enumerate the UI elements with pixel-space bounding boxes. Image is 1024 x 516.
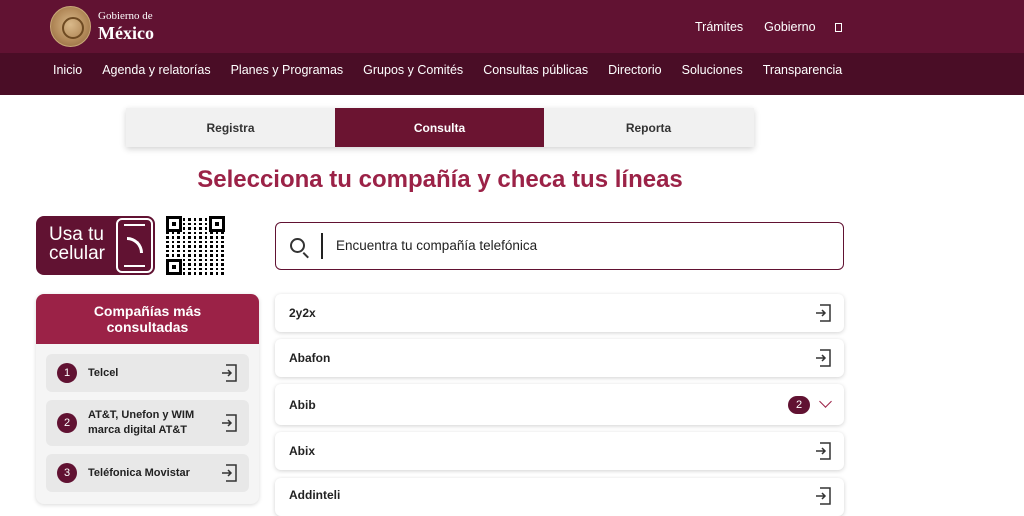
enter-icon [222,364,237,382]
nav-item-consultas[interactable]: Consultas públicas [483,63,588,77]
top-links: Trámites Gobierno [695,20,842,34]
nav-item-grupos[interactable]: Grupos y Comités [363,63,463,77]
company-search-box[interactable] [275,222,844,270]
search-icon [290,238,305,253]
text-cursor [321,233,323,259]
celular-line1: Usa tu [49,224,104,245]
rank-badge: 2 [57,413,77,433]
use-phone-banner[interactable]: Usa tu celular [36,216,155,275]
enter-icon [816,304,831,322]
tab-reporta[interactable]: Reporta [544,108,753,147]
company-name: Teléfonica Movistar [88,467,190,479]
enter-icon [222,414,237,432]
rank-badge: 1 [57,363,77,383]
page-title: Selecciona tu compañía y checa tus línea… [197,166,683,193]
logo-big-text: México [98,23,154,43]
company-name: Addinteli [289,488,341,502]
company-name: Telcel [88,367,119,379]
logo-small-text: Gobierno de [98,10,153,22]
company-name: Abix [289,444,316,458]
qr-code-markers [166,216,225,275]
company-list-item[interactable]: Abib 2 [275,384,844,425]
company-name: AT&T, Unefon y WIM marca digital AT&T [88,409,195,436]
tramites-link[interactable]: Trámites [695,20,743,34]
company-list-item[interactable]: Abafon [275,339,844,377]
search-icon[interactable] [834,22,842,32]
tab-bar: Registra Consulta Reporta [126,108,754,147]
top-company-item[interactable]: 1 Telcel [46,354,249,392]
phone-nfc-icon [116,218,153,273]
enter-icon [222,464,237,482]
nav-item-inicio[interactable]: Inicio [53,63,82,77]
main-nav: Inicio Agenda y relatorías Planes y Prog… [0,53,1024,95]
tab-registra[interactable]: Registra [126,108,335,147]
company-name: Abib [289,398,316,412]
top-company-item[interactable]: 3 Teléfonica Movistar [46,454,249,492]
search-input[interactable] [336,238,816,253]
company-list-item[interactable]: Abix [275,432,844,470]
top-company-item[interactable]: 2 AT&T, Unefon y WIM marca digital AT&T [46,400,249,446]
gobierno-logo[interactable]: Gobierno de México [50,6,154,47]
top-companies-title: Compañías más consultadas [36,294,259,344]
rank-badge: 3 [57,463,77,483]
tab-consulta[interactable]: Consulta [335,108,544,147]
line-count-badge: 2 [788,396,810,414]
nav-item-agenda[interactable]: Agenda y relatorías [102,63,210,77]
nav-item-soluciones[interactable]: Soluciones [682,63,743,77]
top-bar: Gobierno de México Trámites Gobierno [0,0,1024,53]
enter-icon [816,349,831,367]
enter-icon [816,487,831,505]
nav-item-transparencia[interactable]: Transparencia [763,63,842,77]
top-companies-panel: Compañías más consultadas 1 Telcel 2 AT&… [36,294,259,504]
celular-line2: celular [49,243,105,264]
company-name: Abafon [289,351,331,365]
company-name: 2y2x [289,306,316,320]
gobierno-link[interactable]: Gobierno [764,20,815,34]
enter-icon [816,442,831,460]
company-list-item[interactable]: 2y2x [275,294,844,332]
national-seal-icon [50,6,91,47]
chevron-down-icon[interactable] [819,395,832,408]
nav-item-directorio[interactable]: Directorio [608,63,662,77]
company-list-item[interactable]: Addinteli [275,478,844,516]
nav-item-planes[interactable]: Planes y Programas [231,63,344,77]
